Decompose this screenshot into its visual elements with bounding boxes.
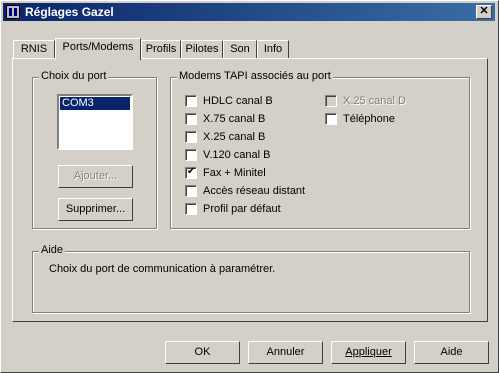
checkbox-box[interactable] xyxy=(325,113,337,125)
checkbox-label: X.25 canal B xyxy=(203,131,266,143)
checkbox-label: Accès réseau distant xyxy=(203,185,306,197)
help-text: Choix du port de communication à paramét… xyxy=(49,263,276,275)
title-bar: Réglages Gazel ✕ xyxy=(3,3,495,21)
add-button[interactable]: Ajouter... xyxy=(58,165,133,188)
apply-button[interactable]: Appliquer xyxy=(331,341,406,364)
tab-profils[interactable]: Profils xyxy=(141,40,181,58)
checkbox-label: V.120 canal B xyxy=(203,149,271,161)
window-title: Réglages Gazel xyxy=(25,5,114,19)
checkbox-label: X.25 canal D xyxy=(343,95,406,107)
checkbox-box[interactable] xyxy=(325,95,337,107)
checkmark-icon: ✔ xyxy=(187,166,196,177)
checkbox-label: Profil par défaut xyxy=(203,203,281,215)
remove-button[interactable]: Supprimer... xyxy=(58,198,133,221)
checkbox-label: Fax + Minitel xyxy=(203,167,266,179)
checkbox-box[interactable] xyxy=(185,95,197,107)
ok-button[interactable]: OK xyxy=(165,341,240,364)
port-listbox[interactable]: COM3 xyxy=(57,94,133,150)
help-button[interactable]: Aide xyxy=(414,341,489,364)
checkbox-label: X.75 canal B xyxy=(203,113,266,125)
tapi-group-title: Modems TAPI associés au port xyxy=(177,70,333,82)
close-icon: ✕ xyxy=(479,5,489,17)
cancel-button[interactable]: Annuler xyxy=(248,341,323,364)
list-item[interactable]: COM3 xyxy=(60,97,130,110)
checkbox-box[interactable] xyxy=(185,131,197,143)
apply-mnemonic: Appliquer xyxy=(345,346,392,358)
close-button[interactable]: ✕ xyxy=(476,5,492,19)
tab-info[interactable]: Info xyxy=(257,40,289,58)
app-icon xyxy=(6,5,20,19)
checkbox-label: Téléphone xyxy=(343,113,395,125)
checkbox-box[interactable] xyxy=(185,185,197,197)
checkbox-box[interactable]: ✔ xyxy=(185,166,197,179)
checkbox-box[interactable] xyxy=(185,113,197,125)
port-group-title: Choix du port xyxy=(39,70,109,82)
checkbox-box[interactable] xyxy=(185,149,197,161)
help-group: Aide xyxy=(32,244,470,313)
help-group-title: Aide xyxy=(39,244,66,256)
checkbox-label: HDLC canal B xyxy=(203,95,273,107)
tab-son[interactable]: Son xyxy=(223,40,257,58)
tab-pilotes[interactable]: Pilotes xyxy=(181,40,223,58)
tab-ports-modems[interactable]: Ports/Modems xyxy=(55,38,141,60)
tab-rnis[interactable]: RNIS xyxy=(13,40,55,58)
checkbox-box[interactable] xyxy=(185,203,197,215)
settings-dialog: Réglages Gazel ✕ RNIS Ports/Modems Profi… xyxy=(0,0,499,373)
